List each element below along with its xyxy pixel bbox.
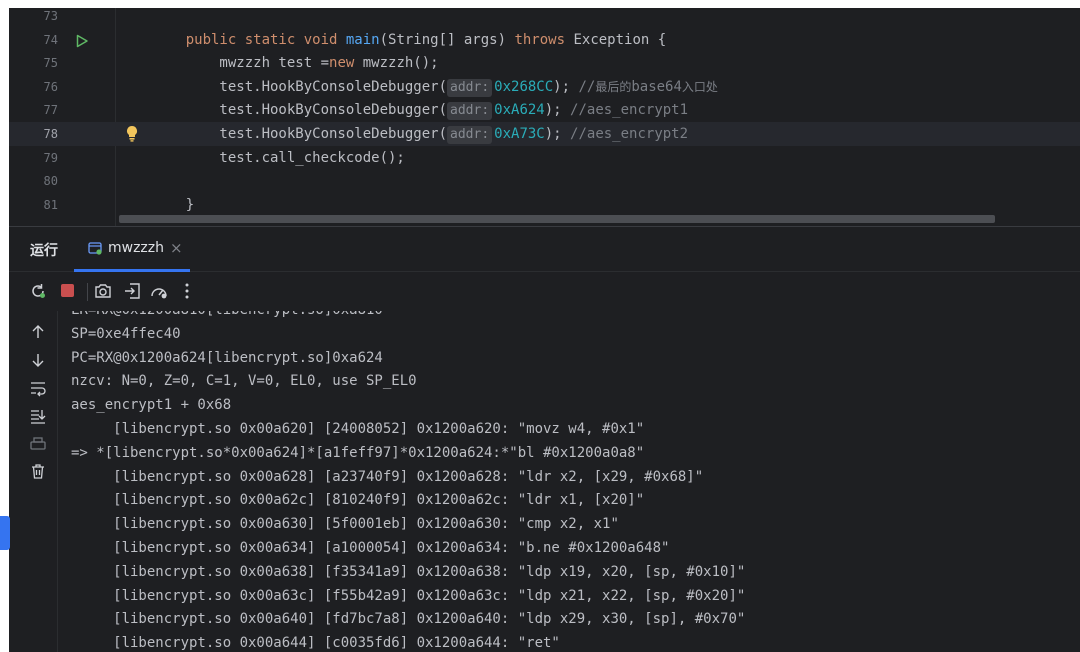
code-token: test.HookByConsoleDebugger( bbox=[152, 78, 448, 95]
code-token: mwzzzh test = bbox=[152, 55, 330, 72]
code-line[interactable]: 76 test.HookByConsoleDebugger(addr: 0x268… bbox=[9, 75, 1080, 99]
line-number[interactable]: 76 bbox=[9, 75, 58, 99]
console-line: [libencrypt.so 0x00a63c] [f55b42a9] 0x12… bbox=[71, 587, 746, 604]
console-line: [libencrypt.so 0x00a62c] [810240f9] 0x12… bbox=[71, 492, 645, 509]
code-token: public static void bbox=[185, 31, 346, 48]
line-number[interactable]: 73 bbox=[9, 8, 58, 28]
code-text: public static void main(String[] args) t… bbox=[152, 28, 666, 52]
code-token: main bbox=[345, 31, 380, 48]
code-token: base64 bbox=[631, 78, 682, 95]
run-toolbar bbox=[9, 272, 1080, 310]
run-icon[interactable] bbox=[75, 33, 89, 47]
run-panel-title: 运行 bbox=[30, 243, 58, 259]
arrow-up-icon[interactable] bbox=[28, 322, 48, 342]
stop-icon[interactable] bbox=[58, 281, 78, 301]
line-number[interactable]: 75 bbox=[9, 51, 58, 75]
code-token: test.HookByConsoleDebugger( bbox=[152, 126, 448, 142]
code-token: } bbox=[152, 196, 195, 213]
code-token: 0xA624 bbox=[494, 102, 545, 119]
line-number[interactable]: 78 bbox=[9, 122, 58, 146]
console-line: [libencrypt.so 0x00a630] [5f0001eb] 0x12… bbox=[71, 516, 619, 533]
line-number[interactable]: 79 bbox=[9, 146, 58, 170]
run-config-icon bbox=[88, 240, 102, 255]
toolbar-separator bbox=[87, 283, 88, 301]
scroll-to-end-icon[interactable] bbox=[28, 406, 48, 426]
code-line[interactable]: 80 bbox=[9, 169, 1080, 193]
code-line[interactable]: 77 test.HookByConsoleDebugger(addr: 0xA62… bbox=[9, 98, 1080, 122]
code-token: ); bbox=[544, 102, 571, 119]
code-line[interactable]: 79 test.call_checkcode(); bbox=[9, 146, 1080, 170]
code-line[interactable]: 78 test.HookByConsoleDebugger(addr: 0xA73… bbox=[9, 122, 1080, 146]
console-line: nzcv: N=0, Z=0, C=1, V=0, EL0, use SP_EL… bbox=[71, 373, 417, 390]
code-editor[interactable]: 73 74 public static void main(String[] ar… bbox=[9, 8, 1080, 226]
rerun-icon[interactable] bbox=[28, 281, 48, 301]
code-token: ); bbox=[544, 126, 571, 142]
code-token: new bbox=[329, 55, 363, 72]
console-line: [libencrypt.so 0x00a634] [a1000054] 0x12… bbox=[71, 540, 670, 556]
code-token: // bbox=[578, 78, 596, 95]
tab-mwzzzh[interactable]: mwzzzh × bbox=[74, 227, 190, 272]
parameter-hint: addr: bbox=[447, 78, 493, 97]
code-token: ); bbox=[553, 78, 579, 95]
code-token: 0x268CC bbox=[494, 78, 554, 95]
close-icon[interactable]: × bbox=[170, 239, 183, 257]
code-token: 最后的 bbox=[595, 79, 632, 94]
console-line: [libencrypt.so 0x00a638] [f35341a9] 0x12… bbox=[71, 563, 746, 580]
code-token: mwzzzh(); bbox=[362, 55, 439, 72]
bulb-icon[interactable] bbox=[125, 125, 139, 143]
console-line: [libencrypt.so 0x00a620] [24008052] 0x12… bbox=[71, 421, 645, 437]
code-line[interactable]: 75 mwzzzh test =new mwzzzh(); bbox=[9, 51, 1080, 75]
camera-icon[interactable] bbox=[93, 281, 113, 301]
code-token: Exception { bbox=[573, 31, 667, 48]
parameter-hint: addr: bbox=[447, 126, 493, 144]
code-token: test.call_checkcode(); bbox=[152, 149, 405, 166]
code-token: (String[] args) bbox=[379, 31, 515, 48]
gauge-icon[interactable] bbox=[149, 281, 169, 301]
line-number[interactable]: 77 bbox=[9, 98, 58, 122]
arrow-down-icon[interactable] bbox=[28, 350, 48, 370]
trash-icon[interactable] bbox=[28, 461, 48, 481]
code-token: 入口处 bbox=[681, 79, 718, 94]
console-line: [libencrypt.so 0x00a628] [a23740f9] 0x12… bbox=[71, 468, 704, 485]
console-line: [libencrypt.so 0x00a640] [fd7bc7a8] 0x12… bbox=[71, 611, 746, 628]
code-token: test.HookByConsoleDebugger( bbox=[152, 102, 448, 119]
parameter-hint: addr: bbox=[447, 102, 493, 121]
soft-wrap-icon[interactable] bbox=[28, 378, 48, 398]
console-line: LR=RX@0x1200a810[libencrypt.so]0xa810 bbox=[71, 311, 383, 323]
code-token: //aes_encrypt1 bbox=[570, 102, 689, 119]
code-text: test.call_checkcode(); bbox=[152, 146, 405, 170]
code-text: test.HookByConsoleDebugger(addr: 0xA624);… bbox=[152, 98, 688, 122]
console-output[interactable]: LR=RX@0x1200a810[libencrypt.so]0xa810 SP=… bbox=[57, 311, 1080, 652]
code-token: 0xA73C bbox=[494, 126, 545, 142]
window-edge-accent bbox=[0, 516, 10, 550]
code-text: mwzzzh test =new mwzzzh(); bbox=[152, 51, 439, 75]
more-icon[interactable] bbox=[177, 281, 197, 301]
console-line: [libencrypt.so 0x00a644] [c0035fd6] 0x12… bbox=[71, 635, 560, 652]
print-icon[interactable] bbox=[28, 434, 48, 454]
line-number[interactable]: 74 bbox=[9, 28, 58, 52]
line-number[interactable]: 81 bbox=[9, 193, 58, 217]
console-side-toolbar bbox=[9, 311, 58, 652]
code-text: test.HookByConsoleDebugger(addr: 0xA73C);… bbox=[152, 122, 688, 146]
code-text: } bbox=[152, 193, 194, 217]
console-line: SP=0xe4ffec40 bbox=[71, 325, 181, 342]
run-tab-bar: 运行 mwzzzh × bbox=[9, 227, 1080, 272]
console-line: => *[libencrypt.so*0x00a624]*[a1feff97]*… bbox=[71, 444, 645, 461]
code-line[interactable]: 73 bbox=[9, 8, 1080, 28]
code-line[interactable]: 81 } bbox=[9, 193, 1080, 217]
line-number[interactable]: 80 bbox=[9, 169, 58, 193]
ide-window: 73 74 public static void main(String[] ar… bbox=[9, 8, 1080, 652]
exit-icon[interactable] bbox=[122, 281, 142, 301]
code-token: throws bbox=[514, 31, 574, 48]
tab-label: mwzzzh bbox=[108, 240, 165, 256]
run-tool-window: 运行 mwzzzh × SP=0xe4ffec40 PC=RX@0x1200a6… bbox=[9, 226, 1080, 652]
console-line: aes_encrypt1 + 0x68 bbox=[71, 397, 232, 414]
code-token: //aes_encrypt2 bbox=[570, 126, 689, 142]
console-line: PC=RX@0x1200a624[libencrypt.so]0xa624 bbox=[71, 349, 383, 366]
code-text: test.HookByConsoleDebugger(addr: 0x268CC)… bbox=[152, 75, 718, 99]
code-line[interactable]: 74 public static void main(String[] args… bbox=[9, 28, 1080, 52]
